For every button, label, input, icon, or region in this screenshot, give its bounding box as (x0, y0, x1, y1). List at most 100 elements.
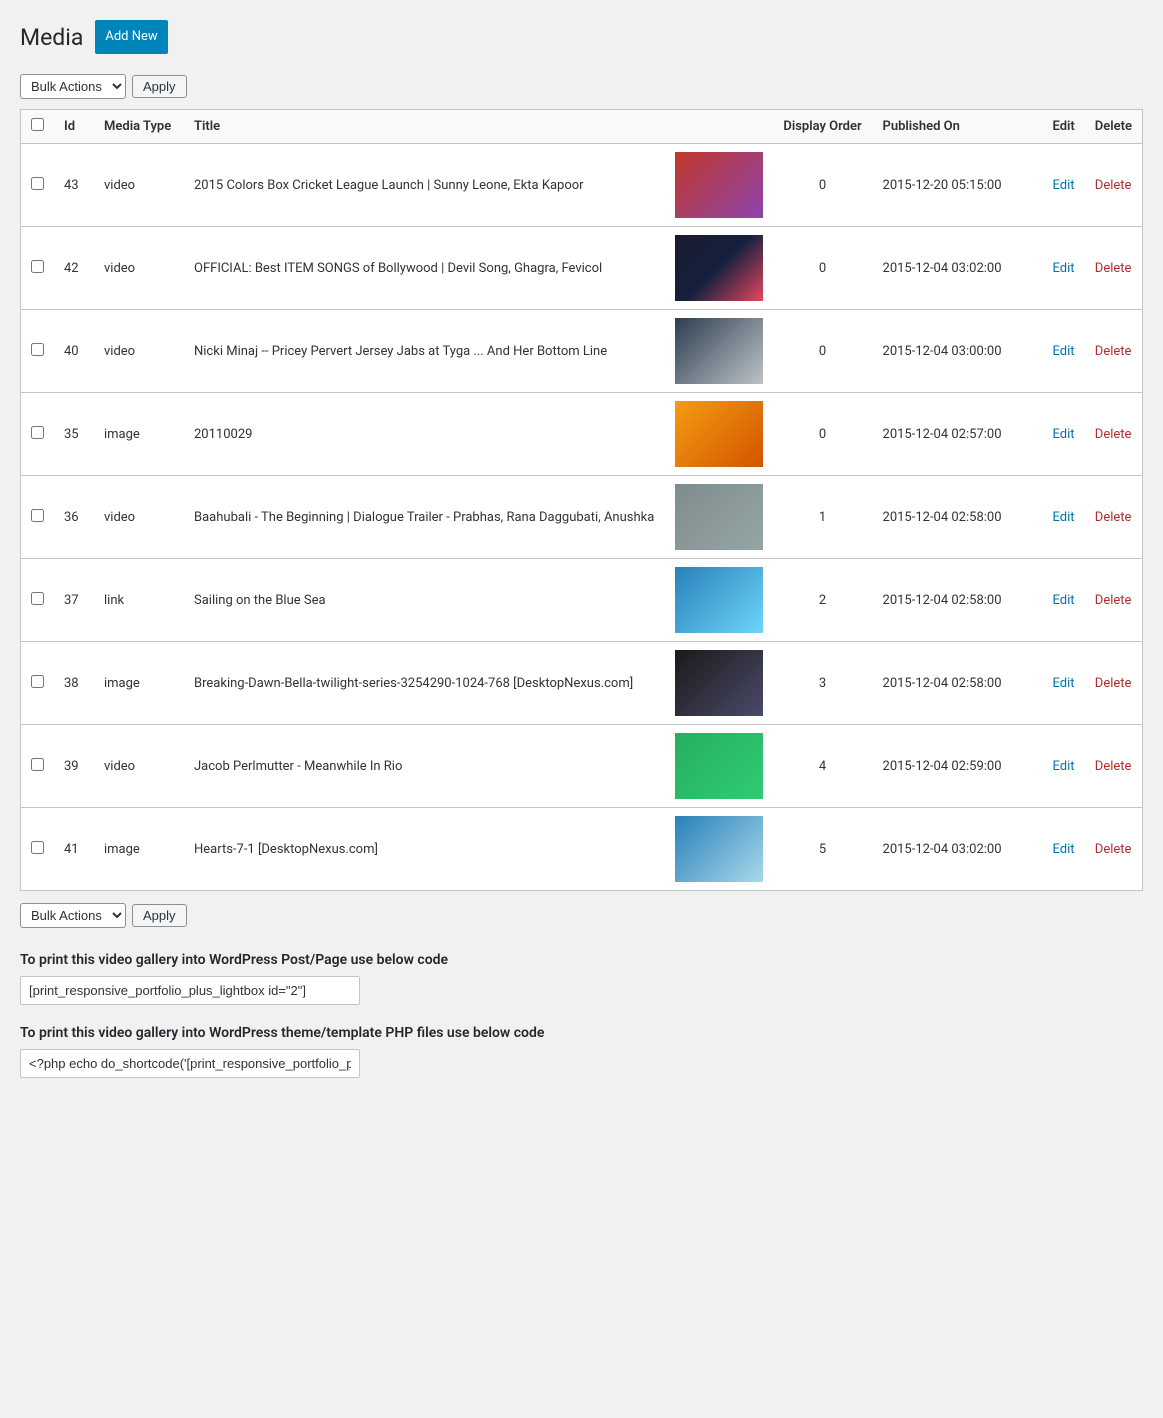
row-checkbox-cell (21, 476, 55, 559)
row-checkbox-42[interactable] (31, 260, 44, 273)
col-header-check (21, 110, 55, 144)
col-header-published: Published On (873, 110, 1043, 144)
table-row: 39 video Jacob Perlmutter - Meanwhile In… (21, 725, 1143, 808)
edit-link-39[interactable]: Edit (1053, 759, 1075, 774)
delete-link-43[interactable]: Delete (1095, 178, 1132, 193)
row-delete-cell: Delete (1085, 808, 1143, 891)
apply-button-bottom[interactable]: Apply (132, 904, 187, 927)
table-row: 43 video 2015 Colors Box Cricket League … (21, 144, 1143, 227)
delete-link-36[interactable]: Delete (1095, 510, 1132, 525)
edit-link-43[interactable]: Edit (1053, 178, 1075, 193)
row-published-on: 2015-12-04 02:58:00 (873, 476, 1043, 559)
page-header: Media Add New (20, 20, 1143, 54)
edit-link-41[interactable]: Edit (1053, 842, 1075, 857)
select-all-checkbox-top[interactable] (31, 118, 44, 131)
row-media-type: video (94, 310, 184, 393)
row-thumbnail (665, 476, 773, 559)
bulk-bar-bottom: Bulk ActionsDelete Apply (20, 903, 1143, 928)
post-code-label: To print this video gallery into WordPre… (20, 952, 1143, 968)
row-media-type: image (94, 808, 184, 891)
row-title: OFFICIAL: Best ITEM SONGS of Bollywood |… (184, 227, 665, 310)
row-title: Hearts-7-1 [DesktopNexus.com] (184, 808, 665, 891)
delete-link-41[interactable]: Delete (1095, 842, 1132, 857)
row-display-order: 0 (773, 227, 873, 310)
theme-code-label: To print this video gallery into WordPre… (20, 1025, 1143, 1041)
table-row: 42 video OFFICIAL: Best ITEM SONGS of Bo… (21, 227, 1143, 310)
row-media-type: link (94, 559, 184, 642)
row-id: 35 (54, 393, 94, 476)
row-checkbox-37[interactable] (31, 592, 44, 605)
row-checkbox-36[interactable] (31, 509, 44, 522)
row-checkbox-38[interactable] (31, 675, 44, 688)
row-edit-cell: Edit (1043, 310, 1085, 393)
row-title: Nicki Minaj -- Pricey Pervert Jersey Jab… (184, 310, 665, 393)
row-display-order: 3 (773, 642, 873, 725)
row-checkbox-cell (21, 144, 55, 227)
row-checkbox-cell (21, 725, 55, 808)
bulk-actions-select-top[interactable]: Bulk ActionsDelete (20, 74, 126, 99)
row-display-order: 5 (773, 808, 873, 891)
row-published-on: 2015-12-20 05:15:00 (873, 144, 1043, 227)
row-id: 41 (54, 808, 94, 891)
delete-link-35[interactable]: Delete (1095, 427, 1132, 442)
page-title: Media (20, 24, 83, 51)
add-new-button[interactable]: Add New (95, 20, 167, 54)
table-row: 36 video Baahubali - The Beginning | Dia… (21, 476, 1143, 559)
col-header-title: Title (184, 110, 665, 144)
row-thumbnail (665, 144, 773, 227)
delete-link-40[interactable]: Delete (1095, 344, 1132, 359)
row-delete-cell: Delete (1085, 476, 1143, 559)
row-thumbnail (665, 642, 773, 725)
row-delete-cell: Delete (1085, 227, 1143, 310)
row-display-order: 2 (773, 559, 873, 642)
row-published-on: 2015-12-04 02:57:00 (873, 393, 1043, 476)
edit-link-40[interactable]: Edit (1053, 344, 1075, 359)
row-delete-cell: Delete (1085, 559, 1143, 642)
row-edit-cell: Edit (1043, 476, 1085, 559)
bulk-actions-select-bottom[interactable]: Bulk ActionsDelete (20, 903, 126, 928)
row-checkbox-cell (21, 227, 55, 310)
row-checkbox-43[interactable] (31, 177, 44, 190)
edit-link-36[interactable]: Edit (1053, 510, 1075, 525)
delete-link-38[interactable]: Delete (1095, 676, 1132, 691)
delete-link-42[interactable]: Delete (1095, 261, 1132, 276)
table-header-row: Id Media Type Title Display Order Publis… (21, 110, 1143, 144)
col-header-edit: Edit (1043, 110, 1085, 144)
post-code-input[interactable] (20, 976, 360, 1005)
row-delete-cell: Delete (1085, 642, 1143, 725)
row-media-type: video (94, 144, 184, 227)
row-media-type: image (94, 642, 184, 725)
col-header-thumb (665, 110, 773, 144)
row-title: Baahubali - The Beginning | Dialogue Tra… (184, 476, 665, 559)
row-edit-cell: Edit (1043, 808, 1085, 891)
media-table: Id Media Type Title Display Order Publis… (20, 109, 1143, 891)
row-delete-cell: Delete (1085, 310, 1143, 393)
edit-link-42[interactable]: Edit (1053, 261, 1075, 276)
row-checkbox-41[interactable] (31, 841, 44, 854)
row-checkbox-35[interactable] (31, 426, 44, 439)
row-checkbox-39[interactable] (31, 758, 44, 771)
apply-button-top[interactable]: Apply (132, 75, 187, 98)
row-display-order: 0 (773, 393, 873, 476)
delete-link-37[interactable]: Delete (1095, 593, 1132, 608)
row-thumbnail (665, 808, 773, 891)
row-edit-cell: Edit (1043, 227, 1085, 310)
row-published-on: 2015-12-04 02:58:00 (873, 559, 1043, 642)
theme-code-input[interactable] (20, 1049, 360, 1078)
row-id: 38 (54, 642, 94, 725)
row-checkbox-cell (21, 642, 55, 725)
row-checkbox-40[interactable] (31, 343, 44, 356)
edit-link-37[interactable]: Edit (1053, 593, 1075, 608)
edit-link-35[interactable]: Edit (1053, 427, 1075, 442)
row-edit-cell: Edit (1043, 393, 1085, 476)
delete-link-39[interactable]: Delete (1095, 759, 1132, 774)
row-media-type: image (94, 393, 184, 476)
row-delete-cell: Delete (1085, 393, 1143, 476)
row-thumbnail (665, 227, 773, 310)
row-thumbnail (665, 310, 773, 393)
row-display-order: 0 (773, 144, 873, 227)
table-row: 38 image Breaking-Dawn-Bella-twilight-se… (21, 642, 1143, 725)
edit-link-38[interactable]: Edit (1053, 676, 1075, 691)
row-title: 2015 Colors Box Cricket League Launch | … (184, 144, 665, 227)
row-published-on: 2015-12-04 03:02:00 (873, 227, 1043, 310)
